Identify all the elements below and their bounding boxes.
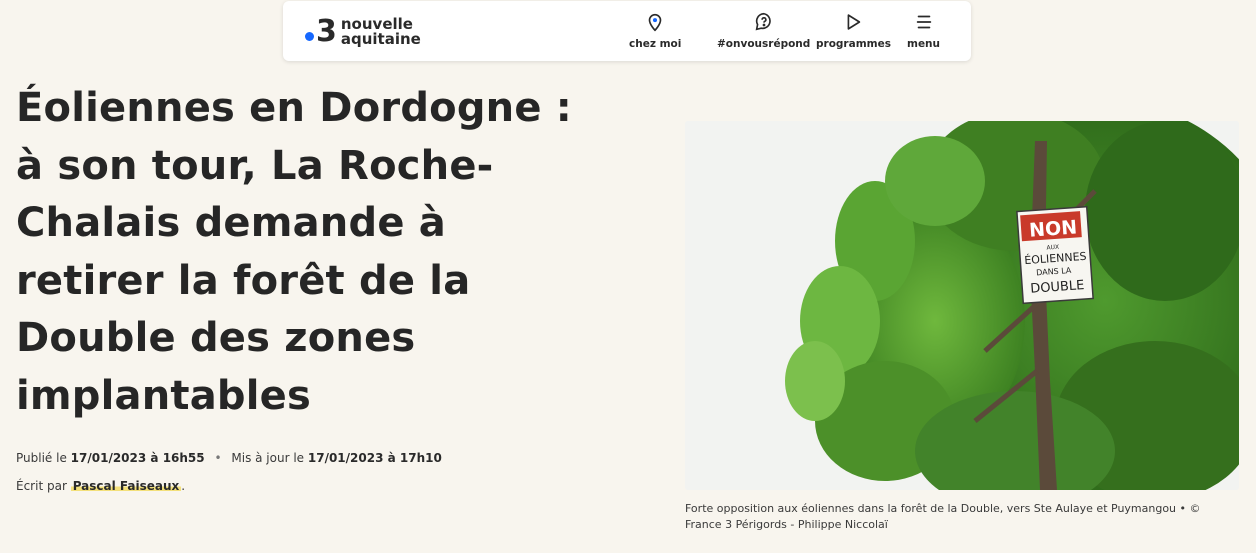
svg-text:NON: NON <box>1028 216 1077 241</box>
nav-programmes-label: programmes <box>816 38 891 50</box>
nav-onvousrepond[interactable]: #onvousrépond <box>717 11 810 50</box>
updated-date: 17/01/2023 à 17h10 <box>307 451 442 465</box>
author-suffix: . <box>181 479 186 493</box>
published-label: Publié le <box>16 451 67 465</box>
publication-meta: Publié le 17/01/2023 à 16h55 • Mis à jou… <box>16 451 442 465</box>
title-line: à son tour, La Roche- <box>16 142 494 189</box>
logo-number: 3 <box>316 14 337 49</box>
protest-sign: NON AUX ÉOLIENNES DANS LA DOUBLE <box>1016 205 1094 305</box>
nav-onvousrepond-label: #onvousrépond <box>717 38 811 50</box>
nav-programmes[interactable]: programmes <box>816 11 891 50</box>
article-photo[interactable]: NON AUX ÉOLIENNES DANS LA DOUBLE <box>685 121 1239 490</box>
published-date: 17/01/2023 à 16h55 <box>70 451 205 465</box>
updated-label: Mis à jour le <box>231 451 305 465</box>
svg-text:AUX: AUX <box>1046 244 1059 252</box>
logo-line-2: aquitaine <box>340 30 421 48</box>
top-navbar: 3 nouvelle aquitaine chez moi #onvousrép… <box>283 1 971 61</box>
location-pin-icon <box>648 13 662 32</box>
photo-caption: Forte opposition aux éoliennes dans la f… <box>685 502 1201 531</box>
france3-logo[interactable]: 3 nouvelle aquitaine <box>305 15 421 49</box>
title-line: retirer la forêt de la <box>16 257 471 304</box>
author-link[interactable]: Pascal Faiseaux <box>70 479 182 493</box>
author-line: Écrit par Pascal Faiseaux. <box>16 479 185 493</box>
nav-chez-moi[interactable]: chez moi <box>629 11 681 50</box>
title-line: Double des zones <box>16 315 416 361</box>
article-title: Éoliennes en Dordogne : à son tour, La R… <box>16 80 606 425</box>
title-line: implantables <box>16 372 311 419</box>
nav-menu-label: menu <box>907 38 941 50</box>
title-line: Chalais demande à <box>16 200 446 246</box>
logo-dot <box>305 31 314 41</box>
meta-separator: • <box>214 451 222 465</box>
tree-protest-illustration: NON AUX ÉOLIENNES DANS LA DOUBLE <box>685 121 1239 490</box>
hamburger-menu-icon <box>916 15 931 29</box>
author-label: Écrit par <box>16 479 67 493</box>
nav-chez-moi-label: chez moi <box>629 38 682 50</box>
title-line: Éoliennes en Dordogne : <box>16 85 572 131</box>
chat-bubble-icon <box>755 12 771 31</box>
play-icon <box>848 14 861 30</box>
logo-region: nouvelle aquitaine <box>341 17 421 47</box>
nav-menu[interactable]: menu <box>907 11 940 50</box>
